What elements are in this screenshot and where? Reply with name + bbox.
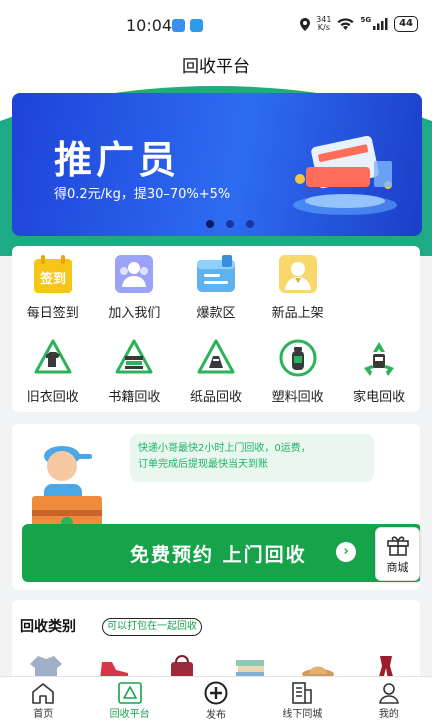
menu-item-plastic-recycle[interactable]: 塑料回收 — [257, 338, 339, 405]
battery-indicator: 44 — [394, 16, 418, 32]
tab-label: 回收平台 — [109, 709, 150, 720]
tab-label: 我的 — [378, 709, 399, 720]
banner-subtitle: 得0.2元/kg，提30–70%+5% — [54, 187, 231, 202]
menu-label: 塑料回收 — [271, 390, 324, 405]
tab-home[interactable]: 首页 — [0, 677, 86, 720]
menu-label: 书籍回收 — [108, 390, 161, 405]
menu-label: 家电回收 — [353, 390, 406, 405]
menu-item-clothes-recycle[interactable]: 旧衣回收 — [12, 338, 94, 405]
location-icon — [300, 17, 311, 31]
gift-icon — [386, 535, 409, 556]
menu-row-1: 签到 每日签到 加入我们 爆款区 新品上架 — [12, 254, 420, 321]
banner-pagination — [12, 220, 422, 228]
net-speed: 341 K/s — [316, 15, 332, 32]
tab-label: 发布 — [206, 710, 227, 720]
mall-label: 商城 — [386, 560, 409, 574]
tab-publish[interactable]: 发布 — [173, 677, 259, 720]
appliance-recycle-icon — [359, 338, 399, 378]
status-indicators: 341 K/s 5G 44 — [300, 16, 418, 32]
menu-item-daily-sign-in[interactable]: 签到 每日签到 — [12, 254, 94, 321]
pickup-appointment-card: 快递小哥最快2小时上门回收，0运费， 订单完成后提现最快当天到账 免费预约 上门… — [12, 424, 420, 590]
home-icon — [30, 681, 56, 704]
profile-icon — [376, 681, 402, 704]
bundle-tag: 可以打包在一起回收 — [102, 618, 202, 636]
hot-items-icon — [196, 254, 236, 294]
menu-label: 旧衣回收 — [26, 390, 79, 405]
status-bar: 10:04 341 K/s 5G 44 — [0, 0, 432, 52]
plastic-recycle-icon — [278, 338, 318, 378]
chevron-right-icon: › — [336, 542, 356, 562]
banner-dot-active[interactable] — [206, 220, 214, 228]
banner-dot[interactable] — [226, 220, 234, 228]
menu-item-paper-recycle[interactable]: 纸品回收 — [175, 338, 257, 405]
recycle-platform-icon — [117, 681, 143, 704]
service-notice-bubble: 快递小哥最快2小时上门回收，0运费， 订单完成后提现最快当天到账 — [130, 434, 374, 482]
svg-text:签到: 签到 — [39, 271, 66, 287]
sign-in-icon: 签到 — [33, 254, 73, 294]
menu-label: 加入我们 — [108, 306, 161, 321]
menu-item-appliance-recycle[interactable]: 家电回收 — [338, 338, 420, 405]
tab-label: 首页 — [33, 709, 54, 720]
wifi-icon — [337, 18, 354, 30]
clothes-recycle-icon — [33, 338, 73, 378]
page-title: 回收平台 — [182, 57, 250, 77]
local-store-icon — [289, 681, 315, 704]
menu-label: 纸品回收 — [189, 390, 242, 405]
books-recycle-icon — [114, 338, 154, 378]
menu-label: 爆款区 — [196, 306, 236, 321]
free-pickup-label: 免费预约 上门回收 — [130, 544, 307, 566]
page-header: 回收平台 — [0, 52, 432, 86]
banner-dot[interactable] — [246, 220, 254, 228]
tab-recycle-platform[interactable]: 回收平台 — [86, 677, 172, 720]
bottom-tab-bar: 首页 回收平台 发布 线下同城 我的 — [0, 676, 432, 720]
tab-label: 线下同城 — [282, 709, 323, 720]
new-products-icon — [278, 254, 318, 294]
menu-item-join-us[interactable]: 加入我们 — [94, 254, 176, 321]
menu-label: 新品上架 — [271, 306, 324, 321]
status-time: 10:04 — [126, 16, 173, 35]
mall-button[interactable]: 商城 — [375, 527, 420, 581]
tab-local-offline[interactable]: 线下同城 — [259, 677, 345, 720]
menu-item-books-recycle[interactable]: 书籍回收 — [94, 338, 176, 405]
chat-notification-icon — [190, 19, 203, 32]
card-reward-illustration — [293, 135, 397, 215]
feature-menu: 签到 每日签到 加入我们 爆款区 新品上架 旧衣回收 书籍回收 纸品回收 塑料回… — [12, 246, 420, 412]
join-us-icon — [114, 254, 154, 294]
free-pickup-button[interactable]: 免费预约 上门回收 › — [22, 524, 420, 582]
banner-title: 推广员 — [54, 138, 181, 182]
publish-icon — [203, 681, 229, 705]
paper-recycle-icon — [196, 338, 236, 378]
menu-row-2: 旧衣回收 书籍回收 纸品回收 塑料回收 家电回收 — [12, 338, 420, 405]
menu-item-new-products[interactable]: 新品上架 — [257, 254, 339, 321]
tab-profile[interactable]: 我的 — [346, 677, 432, 720]
signal-icon — [373, 18, 388, 30]
menu-label: 每日签到 — [26, 306, 79, 321]
network-type: 5G — [360, 16, 372, 24]
category-title: 回收类别 — [20, 619, 76, 635]
app-notification-icon — [172, 19, 185, 32]
menu-item-hot-items[interactable]: 爆款区 — [175, 254, 257, 321]
promo-banner[interactable]: 推广员 得0.2元/kg，提30–70%+5% — [12, 93, 422, 236]
